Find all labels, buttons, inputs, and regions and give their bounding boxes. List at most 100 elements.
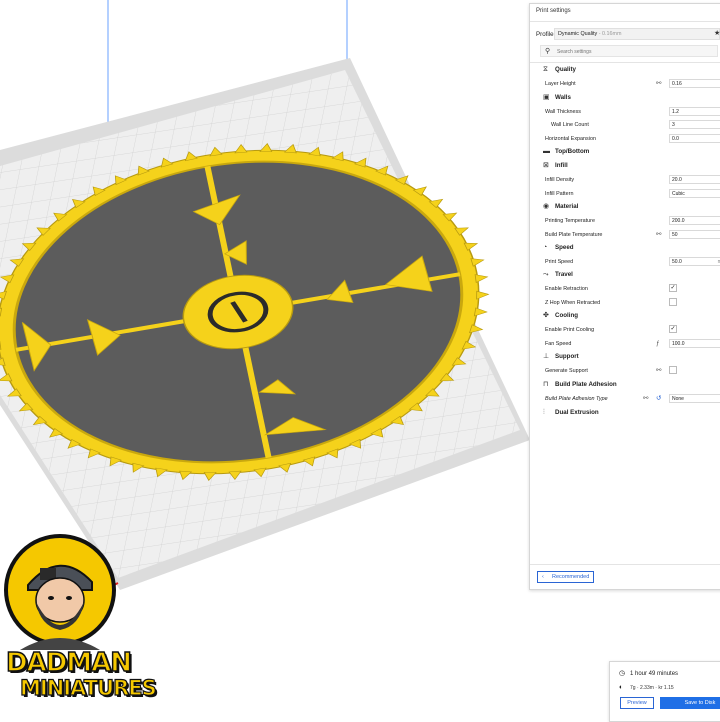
setting-label: Horizontal Expansion [545, 136, 596, 142]
category-label: Support [555, 353, 579, 360]
infill-pattern-select[interactable]: Cubic⌄ [669, 189, 720, 198]
profile-label: Profile [536, 31, 554, 38]
category-dual-extrusion[interactable]: ⫶ Dual Extrusion [530, 407, 720, 419]
setting-value: Cubic [672, 191, 685, 197]
setting-enable-retraction: Enable Retraction ✓ [530, 283, 720, 295]
fan-speed-input[interactable]: 100.0 [669, 339, 720, 348]
setting-value: 50 [672, 232, 678, 238]
logo-text-line2: MINIATURES [19, 675, 157, 700]
setting-value: None [672, 396, 684, 402]
setting-label: Enable Retraction [545, 286, 588, 292]
category-label: Cooling [555, 312, 579, 319]
category-label: Infill [555, 162, 568, 169]
category-speed[interactable]: ◔ Speed [530, 242, 720, 254]
wall-line-count-input[interactable]: 3 [669, 120, 720, 129]
profile-select[interactable]: Dynamic Quality - 0.16mm [554, 28, 720, 40]
setting-label: Wall Thickness [545, 109, 581, 115]
category-label: Quality [555, 66, 576, 73]
link-icon[interactable]: ⚯ [656, 80, 661, 87]
top-bottom-icon: ▬ [543, 148, 550, 155]
setting-label: Wall Line Count [551, 122, 589, 128]
travel-icon: ⤳ [543, 271, 549, 278]
layer-height-input[interactable]: 0.16 [669, 79, 720, 88]
logo-text-line1: DADMAN [5, 647, 133, 679]
setting-label: Build Plate Temperature [545, 232, 603, 238]
category-label: Top/Bottom [555, 148, 590, 155]
setting-value: 0.16 [672, 81, 682, 87]
print-estimate-panel: ◷ 1 hour 49 minutes ◐ 7g · 2.33m · kr 1.… [609, 661, 720, 722]
category-top-bottom[interactable]: ▬ Top/Bottom [530, 146, 720, 158]
setting-label: Z Hop When Retracted [545, 300, 601, 306]
function-icon[interactable]: ƒ [656, 340, 660, 347]
setting-build-plate-temperature: Build Plate Temperature ⚯ 50 [530, 229, 720, 241]
category-travel[interactable]: ⤳ Travel [530, 269, 720, 281]
link-icon[interactable]: ⚯ [656, 367, 661, 374]
setting-fan-speed: Fan Speed ƒ 100.0 [530, 338, 720, 350]
setting-wall-thickness: Wall Thickness 1.2 [530, 106, 720, 118]
profile-sub: - 0.16mm [597, 31, 622, 37]
setting-label: Generate Support [545, 368, 588, 374]
setting-label: Infill Pattern [545, 191, 574, 197]
category-label: Travel [555, 271, 573, 278]
setting-print-speed: Print Speed 50.0mm [530, 256, 720, 268]
setting-horizontal-expansion: Horizontal Expansion 0.0 [530, 133, 720, 145]
recommended-label: Recommended [552, 574, 590, 580]
support-icon: ⊥ [543, 353, 550, 360]
category-infill[interactable]: ⊠ Infill [530, 160, 720, 172]
setting-generate-support: Generate Support ⚯ [530, 365, 720, 377]
link-icon[interactable]: ⚯ [656, 231, 661, 238]
search-input[interactable] [557, 47, 707, 56]
wall-thickness-input[interactable]: 1.2 [669, 107, 720, 116]
infill-density-input[interactable]: 20.0 [669, 175, 720, 184]
adhesion-type-select[interactable]: None⌄ [669, 394, 720, 403]
chevron-left-icon: ‹ [542, 574, 544, 580]
dadman-logo: DADMAN MINIATURES [0, 530, 157, 720]
setting-value: 20.0 [672, 177, 682, 183]
category-walls[interactable]: ▣ Walls [530, 92, 720, 104]
material-estimate: 7g · 2.33m · kr 1.15 [630, 685, 674, 691]
recommended-button[interactable]: ‹ Recommended [537, 571, 594, 583]
preview-button[interactable]: Preview [620, 697, 654, 709]
spool-icon: ◐ [619, 684, 624, 691]
z-hop-checkbox[interactable] [669, 298, 677, 306]
category-label: Dual Extrusion [555, 409, 599, 416]
horizontal-expansion-input[interactable]: 0.0 [669, 134, 720, 143]
dual-extrusion-icon: ⫶ [543, 409, 545, 416]
setting-value: 3 [672, 122, 675, 128]
setting-infill-pattern: Infill Pattern Cubic⌄ [530, 188, 720, 200]
search-settings[interactable]: ⚲ [540, 45, 718, 57]
save-to-disk-button[interactable]: Save to Disk [660, 697, 720, 709]
enable-retraction-checkbox[interactable]: ✓ [669, 284, 677, 292]
print-speed-input[interactable]: 50.0mm [669, 257, 720, 266]
setting-enable-cooling: Enable Print Cooling ✓ [530, 324, 720, 336]
logo-portrait [4, 534, 116, 650]
reset-icon[interactable]: ↺ [656, 395, 661, 402]
star-icon[interactable]: ★ [714, 29, 720, 37]
category-adhesion[interactable]: ⊓ Build Plate Adhesion [530, 379, 720, 391]
setting-label: Fan Speed [545, 341, 572, 347]
category-label: Speed [555, 244, 574, 251]
print-settings-panel: Print settings Profile Dynamic Quality -… [529, 3, 720, 590]
category-cooling[interactable]: ✤ Cooling [530, 310, 720, 322]
setting-label: Printing Temperature [545, 218, 595, 224]
setting-label: Print Speed [545, 259, 574, 265]
category-material[interactable]: ◉ Material [530, 201, 720, 213]
category-support[interactable]: ⊥ Support [530, 351, 720, 363]
adhesion-icon: ⊓ [543, 381, 549, 388]
setting-value: 0.0 [672, 136, 679, 142]
setting-infill-density: Infill Density 20.0 [530, 174, 720, 186]
build-plate-temperature-input[interactable]: 50 [669, 230, 720, 239]
setting-label: Build Plate Adhesion Type [545, 396, 608, 402]
enable-cooling-checkbox[interactable]: ✓ [669, 325, 677, 333]
material-icon: ◉ [543, 203, 550, 210]
clock-icon: ◷ [619, 670, 626, 677]
quality-icon: ⧖ [543, 66, 548, 73]
generate-support-checkbox[interactable] [669, 366, 677, 374]
category-quality[interactable]: ⧖ Quality [530, 64, 720, 76]
print-time: 1 hour 49 minutes [630, 671, 679, 677]
category-label: Build Plate Adhesion [555, 381, 617, 388]
divider [530, 62, 720, 63]
link-icon[interactable]: ⚯ [643, 395, 648, 402]
printing-temperature-input[interactable]: 200.0 [669, 216, 720, 225]
setting-value: 200.0 [672, 218, 685, 224]
